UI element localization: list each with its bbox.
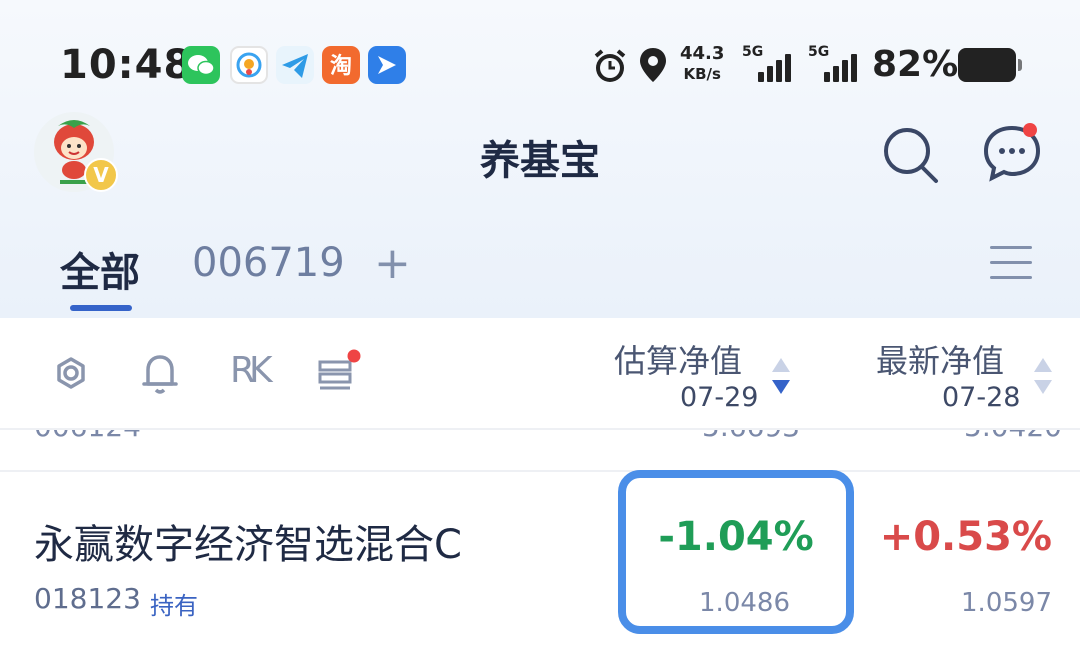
network-speed-unit: KB/s <box>683 65 721 83</box>
col-estimate-date: 07-29 <box>680 382 759 413</box>
col-latest-date: 07-28 <box>942 382 1021 413</box>
partial-estimate: 5.6693 <box>702 430 800 443</box>
svg-text:淘: 淘 <box>330 53 352 79</box>
fund-name[interactable]: 永赢数字经济智选混合C <box>34 512 462 570</box>
partial-latest: 5.0420 <box>964 430 1062 443</box>
signal-2-label: 5G <box>808 44 830 60</box>
list-settings-icon[interactable] <box>316 348 364 398</box>
signal-strength-2: 5G <box>808 44 864 82</box>
taobao-icon: 淘 <box>322 46 360 84</box>
message-icon[interactable] <box>980 120 1044 184</box>
estimate-nav: 1.0486 <box>699 588 790 618</box>
latest-change: +0.53% <box>879 514 1052 560</box>
telegram-icon <box>276 46 314 84</box>
sort-neutral-icon[interactable] <box>1032 356 1054 400</box>
list-item-partial[interactable]: 006124 5.6693 5.0420 <box>0 430 1080 472</box>
battery-icon <box>958 48 1022 82</box>
tab-006719[interactable]: 006719 <box>192 240 345 286</box>
partial-fund-code: 006124 <box>34 430 141 443</box>
status-time: 10:48 <box>60 42 193 88</box>
tab-all[interactable]: 全部 <box>60 240 140 298</box>
add-tab-button[interactable]: + <box>374 238 411 289</box>
fund-code: 018123 <box>34 582 141 615</box>
network-speed-value: 44.3 <box>680 43 725 64</box>
rk-button[interactable]: RK <box>230 350 273 391</box>
feishu-icon <box>368 46 406 84</box>
search-icon[interactable] <box>880 124 942 186</box>
network-speed: 44.3 KB/s <box>680 44 724 84</box>
latest-nav: 1.0597 <box>961 588 1052 618</box>
signal-strength-1: 5G <box>742 44 798 82</box>
location-icon <box>640 48 666 82</box>
estimate-change: -1.04% <box>658 514 814 560</box>
alarm-icon <box>594 49 626 82</box>
battery-percentage: 82% <box>872 44 959 85</box>
mobile-qq-icon <box>230 46 268 84</box>
status-bar: 10:48 淘 44.3 KB/s 5G 5G 82% <box>0 0 1080 130</box>
active-tab-indicator <box>70 305 132 311</box>
signal-1-label: 5G <box>742 44 764 60</box>
menu-icon[interactable] <box>990 246 1032 282</box>
col-latest-title[interactable]: 最新净值 <box>876 336 1004 382</box>
wechat-icon <box>182 46 220 84</box>
holding-tag: 持有 <box>150 592 198 620</box>
bell-icon[interactable] <box>138 348 182 398</box>
settings-icon[interactable] <box>48 348 94 398</box>
sort-desc-icon[interactable] <box>770 356 792 400</box>
col-estimate-title[interactable]: 估算净值 <box>614 336 742 382</box>
